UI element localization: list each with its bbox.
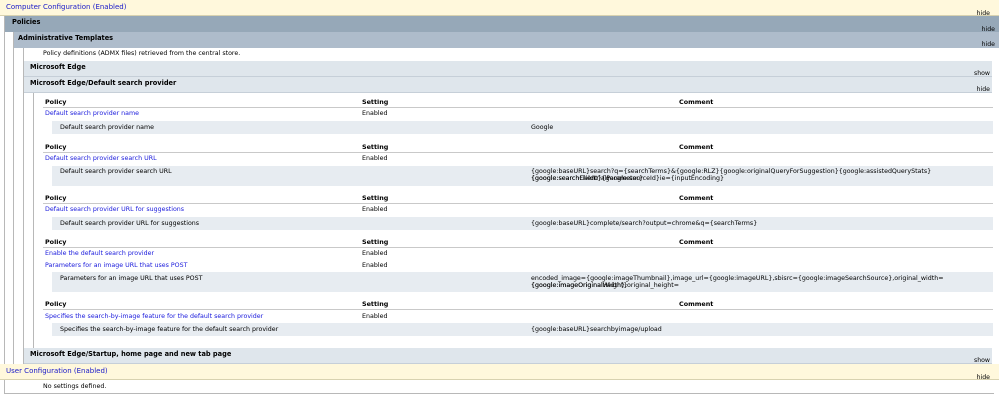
detail-label: Default search provider name [60, 124, 155, 131]
computer-config-header[interactable]: Computer Configuration (Enabled) hide [0, 0, 999, 17]
policy-setting: Enabled [362, 262, 388, 269]
edge-startup-title: Microsoft Edge/Startup, home page and ne… [30, 350, 232, 358]
edge-search-header[interactable]: Microsoft Edge/Default search provider h… [24, 77, 992, 93]
detail-value: {google:baseURL}searchbyimage/upload [531, 326, 662, 333]
tree-guide-line [23, 48, 24, 364]
column-header-comment: Comment [679, 98, 714, 106]
policy-setting: Enabled [362, 313, 388, 320]
policy-link-default-search-provider-name[interactable]: Default search provider name [45, 110, 139, 117]
edge-show-link[interactable]: show [974, 70, 990, 77]
detail-label: Specifies the search-by-image feature fo… [60, 326, 279, 333]
policy-setting: Enabled [362, 155, 388, 162]
policy-detail-row [52, 121, 993, 134]
policy-link-enable-default-search-provider[interactable]: Enable the default search provider [45, 250, 154, 257]
user-config-note: No settings defined. [43, 383, 107, 390]
computer-config-title: Computer Configuration (Enabled) [6, 3, 127, 11]
policy-link-default-search-provider-url-for-suggestions[interactable]: Default search provider URL for suggesti… [45, 206, 184, 213]
tree-guide-line [13, 32, 14, 364]
detail-label: Default search provider search URL [60, 168, 172, 175]
policy-setting: Enabled [362, 250, 388, 257]
edge-search-hide-link[interactable]: hide [977, 86, 990, 93]
admin-templates-header[interactable]: Administrative Templates hide [14, 32, 999, 48]
column-header-comment: Comment [679, 300, 714, 308]
column-header-policy: Policy [45, 143, 67, 151]
detail-value: Google [531, 124, 554, 131]
admin-templates-note: Policy definitions (ADMX files) retrieve… [43, 50, 241, 57]
column-header-comment: Comment [679, 143, 714, 151]
column-header-policy: Policy [45, 238, 67, 246]
column-header-setting: Setting [362, 238, 389, 246]
detail-label: Default search provider URL for suggesti… [60, 220, 200, 227]
admin-templates-title: Administrative Templates [18, 34, 114, 42]
column-header-policy: Policy [45, 98, 67, 106]
edge-startup-header[interactable]: Microsoft Edge/Startup, home page and ne… [24, 348, 992, 364]
user-config-hide-link[interactable]: hide [977, 374, 990, 381]
detail-value-line2: {google:imageOriginalHeight} [531, 282, 628, 289]
edge-search-title: Microsoft Edge/Default search provider [30, 79, 177, 87]
column-header-setting: Setting [362, 98, 389, 106]
policy-setting: Enabled [362, 206, 388, 213]
column-header-comment: Comment [679, 194, 714, 202]
column-header-comment: Comment [679, 238, 714, 246]
detail-label: Parameters for an image URL that uses PO… [60, 275, 203, 282]
column-header-policy: Policy [45, 300, 67, 308]
user-config-title: User Configuration (Enabled) [6, 367, 108, 375]
admin-templates-hide-link[interactable]: hide [982, 41, 995, 48]
tree-guide-line [4, 380, 5, 393]
policy-setting: Enabled [362, 110, 388, 117]
policies-title: Policies [12, 18, 41, 26]
policy-link-default-search-provider-search-url[interactable]: Default search provider search URL [45, 155, 157, 162]
policy-link-image-url-post-parameters[interactable]: Parameters for an image URL that uses PO… [45, 262, 187, 269]
tree-guide-line [4, 16, 5, 364]
user-config-header[interactable]: User Configuration (Enabled) hide [0, 364, 999, 381]
column-header-policy: Policy [45, 194, 67, 202]
column-header-setting: Setting [362, 143, 389, 151]
detail-value: {google:baseURL}complete/search?output=c… [531, 220, 758, 227]
policy-link-search-by-image-feature[interactable]: Specifies the search-by-image feature fo… [45, 313, 263, 320]
tree-guide-line [4, 393, 994, 394]
policies-header[interactable]: Policies hide [5, 16, 999, 33]
column-header-setting: Setting [362, 300, 389, 308]
edge-startup-show-link[interactable]: show [974, 357, 990, 364]
detail-value-line2: {google:searchClient}{google:sourceId}ie… [531, 175, 724, 182]
column-header-setting: Setting [362, 194, 389, 202]
tree-guide-line [33, 93, 34, 348]
edge-title: Microsoft Edge [30, 63, 86, 71]
edge-header[interactable]: Microsoft Edge show [24, 61, 992, 77]
